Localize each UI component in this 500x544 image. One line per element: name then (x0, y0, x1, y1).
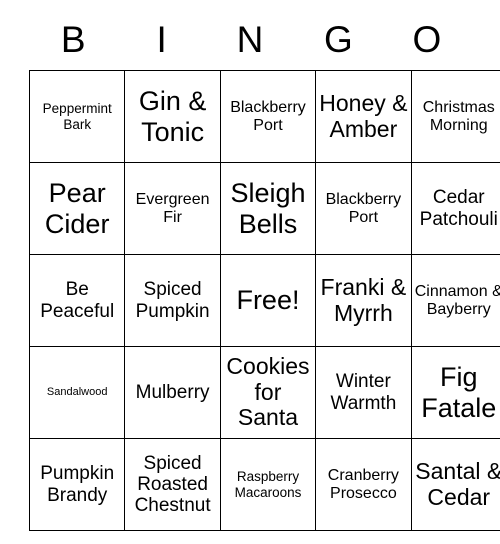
bingo-cell[interactable]: Be Peaceful (28, 254, 126, 347)
bingo-cell[interactable]: Santal & Cedar (410, 438, 500, 531)
bingo-cell[interactable]: Sandalwood (28, 346, 126, 439)
bingo-cell-label: Fig Fatale (421, 362, 497, 423)
bingo-cell-label: Spiced Pumpkin (135, 279, 210, 322)
bingo-cell[interactable]: Sleigh Bells (219, 162, 317, 255)
bingo-row: Peppermint Bark Gin & Tonic Blackberry P… (28, 70, 500, 163)
bingo-header-letter-i: I (156, 18, 167, 60)
bingo-cell-label: Sandalwood (46, 386, 108, 399)
bingo-cell[interactable]: Blackberry Port (219, 70, 317, 163)
bingo-row: Pumpkin Brandy Spiced Roasted Chestnut R… (28, 438, 500, 531)
bingo-header-letter-n: N (236, 18, 264, 60)
bingo-cell[interactable]: Spiced Pumpkin (124, 254, 221, 347)
bingo-cell-label: Evergreen Fir (135, 190, 210, 226)
bingo-cell-label: Sleigh Bells (230, 178, 306, 239)
bingo-header-letter-o: O (412, 18, 442, 60)
bingo-cell-label: Be Peaceful (40, 279, 115, 322)
bingo-cell[interactable]: Cinnamon & Bayberry (410, 254, 500, 347)
bingo-cell-label: Pear Cider (44, 178, 110, 239)
bingo-grid: Peppermint Bark Gin & Tonic Blackberry P… (28, 70, 500, 531)
bingo-cell-label: Winter Warmth (330, 371, 397, 414)
bingo-cell[interactable]: Cranberry Prosecco (315, 438, 412, 531)
bingo-cell-label: Gin & Tonic (138, 86, 207, 147)
bingo-card: B I N G O Peppermint Bark Gin & Tonic Bl… (28, 8, 500, 531)
bingo-cell[interactable]: Fig Fatale (410, 346, 500, 439)
bingo-row: Pear Cider Evergreen Fir Sleigh Bells Bl… (28, 162, 500, 255)
bingo-cell-label: Pumpkin Brandy (40, 463, 115, 506)
bingo-cell-label: Cranberry Prosecco (327, 466, 399, 502)
bingo-header-letter-g: G (324, 18, 353, 60)
bingo-cell-label: Blackberry Port (230, 98, 306, 134)
bingo-cell[interactable]: Raspberry Macaroons (219, 438, 317, 531)
bingo-cell-label: Spiced Roasted Chestnut (134, 452, 211, 517)
bingo-cell-label: Christmas Morning (422, 98, 495, 134)
bingo-cell[interactable]: Gin & Tonic (124, 70, 221, 163)
bingo-header-letter-b: B (60, 18, 86, 60)
bingo-cell[interactable]: Pear Cider (28, 162, 126, 255)
bingo-cell[interactable]: Spiced Roasted Chestnut (124, 438, 221, 531)
bingo-cell-label: Honey & Amber (319, 89, 408, 142)
bingo-cell[interactable]: Winter Warmth (315, 346, 412, 439)
bingo-cell[interactable]: Evergreen Fir (124, 162, 221, 255)
bingo-cell-label: Mulberry (135, 381, 210, 403)
bingo-cell[interactable]: Christmas Morning (410, 70, 500, 163)
bingo-row: Sandalwood Mulberry Cookies for Santa Wi… (28, 346, 500, 439)
bingo-header-row: B I N G O (29, 8, 471, 70)
bingo-cell-label: Cookies for Santa (226, 352, 310, 431)
bingo-cell-free[interactable]: Free! (219, 254, 317, 347)
bingo-cell[interactable]: Honey & Amber (315, 70, 412, 163)
bingo-cell-label: Peppermint Bark (42, 101, 112, 132)
bingo-cell-label: Cinnamon & Bayberry (414, 282, 500, 318)
bingo-cell[interactable]: Blackberry Port (315, 162, 412, 255)
bingo-cell[interactable]: Mulberry (124, 346, 221, 439)
bingo-cell-label: Santal & Cedar (415, 457, 500, 510)
bingo-cell-label: Raspberry Macaroons (234, 469, 302, 500)
bingo-cell[interactable]: Franki & Myrrh (315, 254, 412, 347)
bingo-cell[interactable]: Cookies for Santa (219, 346, 317, 439)
bingo-cell[interactable]: Cedar Patchouli (410, 162, 500, 255)
bingo-row: Be Peaceful Spiced Pumpkin Free! Franki … (28, 254, 500, 347)
bingo-cell-label: Cedar Patchouli (419, 187, 498, 230)
bingo-cell-label: Franki & Myrrh (320, 273, 407, 326)
bingo-cell-label: Blackberry Port (325, 190, 402, 226)
bingo-cell[interactable]: Peppermint Bark (28, 70, 126, 163)
bingo-cell-label: Free! (236, 285, 300, 316)
bingo-cell[interactable]: Pumpkin Brandy (28, 438, 126, 531)
